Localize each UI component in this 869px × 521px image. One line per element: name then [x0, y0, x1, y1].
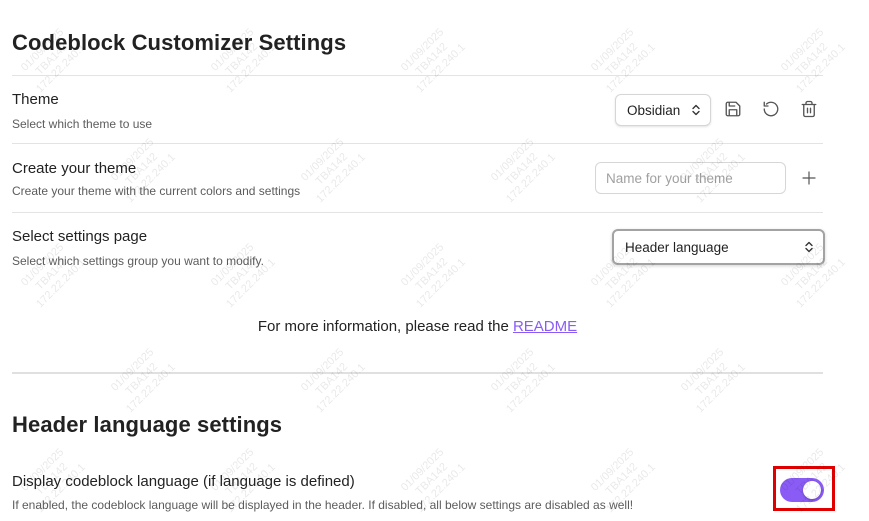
settings-page-setting-name: Select settings page	[12, 228, 148, 245]
watermark-line: 01/09/2025	[398, 26, 447, 74]
watermark-line: TBA142	[313, 360, 351, 398]
save-icon	[725, 101, 741, 117]
trash-icon	[801, 100, 817, 118]
watermark-line: 172.22.240.1	[504, 151, 558, 206]
theme-select[interactable]: Obsidian	[615, 94, 711, 126]
watermark-line: TBA142	[413, 40, 451, 78]
display-language-setting-description: If enabled, the codeblock language will …	[12, 498, 634, 512]
settings-page-select[interactable]: Header language	[612, 229, 825, 265]
watermark-line: TBA142	[603, 40, 641, 78]
display-language-setting-name: Display codeblock language (if language …	[12, 473, 355, 490]
watermark-line: TBA142	[413, 255, 451, 293]
watermark-line: 01/09/2025	[778, 26, 827, 74]
divider	[12, 75, 823, 76]
watermark-line: TBA142	[693, 360, 731, 398]
watermark-line: TBA142	[793, 40, 831, 78]
watermark-text: 01/09/2025TBA142172.22.240.1	[16, 238, 89, 311]
watermark-line: 01/09/2025	[398, 241, 447, 289]
watermark-text: 01/09/2025TBA142172.22.240.1	[296, 343, 369, 416]
watermark-line: 172.22.240.1	[604, 41, 658, 96]
watermark-line: TBA142	[123, 360, 161, 398]
watermark-line: TBA142	[503, 150, 541, 188]
watermark-line: TBA142	[313, 150, 351, 188]
watermark-text: 01/09/2025TBA142172.22.240.1	[586, 23, 659, 96]
watermark-line: 172.22.240.1	[314, 361, 368, 416]
watermark-line: 01/09/2025	[298, 136, 347, 184]
settings-page-setting-description: Select which settings group you want to …	[12, 254, 264, 268]
toggle-knob	[803, 481, 821, 499]
watermark-text: 01/09/2025TBA142172.22.240.1	[106, 343, 179, 416]
delete-theme-button[interactable]	[797, 97, 821, 121]
divider	[12, 212, 823, 213]
plus-icon	[802, 171, 816, 185]
display-language-toggle[interactable]	[780, 478, 824, 502]
save-theme-button[interactable]	[721, 97, 745, 121]
watermark-line: 172.22.240.1	[314, 151, 368, 206]
watermark-line: 172.22.240.1	[414, 41, 468, 96]
readme-info: For more information, please read the RE…	[12, 318, 823, 335]
watermark-text: 01/09/2025TBA142172.22.240.1	[396, 238, 469, 311]
watermark-line: 01/09/2025	[298, 346, 347, 394]
settings-title: Codeblock Customizer Settings	[12, 30, 347, 55]
watermark-text: 01/09/2025TBA142172.22.240.1	[776, 23, 849, 96]
watermark-line: 01/09/2025	[108, 346, 157, 394]
settings-page: Codeblock Customizer Settings Theme Sele…	[0, 0, 869, 521]
select-chevron-icon	[692, 104, 700, 116]
watermark-line: 01/09/2025	[488, 136, 537, 184]
watermark-line: 172.22.240.1	[124, 361, 178, 416]
theme-setting-description: Select which theme to use	[12, 117, 153, 131]
watermark-line: 01/09/2025	[398, 446, 447, 494]
readme-info-text: For more information, please read the	[257, 318, 513, 335]
header-language-title: Header language settings	[12, 412, 283, 437]
watermark-text: 01/09/2025TBA142172.22.240.1	[206, 238, 279, 311]
watermark-text: 01/09/2025TBA142172.22.240.1	[676, 343, 749, 416]
create-theme-setting-description: Create your theme with the current color…	[12, 184, 301, 198]
watermark-line: 172.22.240.1	[414, 256, 468, 311]
reset-icon	[763, 101, 779, 117]
reset-theme-button[interactable]	[759, 97, 783, 121]
section-divider	[12, 372, 823, 374]
watermark-line: 172.22.240.1	[504, 361, 558, 416]
add-theme-button[interactable]	[797, 166, 821, 190]
watermark-line: 01/09/2025	[678, 346, 727, 394]
watermark-line: 172.22.240.1	[694, 361, 748, 416]
settings-page-select-value: Header language	[625, 239, 729, 255]
theme-setting-name: Theme	[12, 91, 59, 108]
theme-name-input[interactable]	[595, 162, 786, 194]
select-chevron-icon	[805, 241, 813, 253]
watermark-line: 172.22.240.1	[794, 41, 848, 96]
watermark-line: 01/09/2025	[488, 346, 537, 394]
readme-link[interactable]: README	[513, 318, 577, 335]
create-theme-setting-name: Create your theme	[12, 160, 137, 177]
watermark-line: 01/09/2025	[588, 446, 637, 494]
theme-select-value: Obsidian	[627, 102, 681, 118]
watermark-text: 01/09/2025TBA142172.22.240.1	[486, 343, 559, 416]
divider	[12, 143, 823, 144]
watermark-line: 01/09/2025	[588, 26, 637, 74]
watermark-line: TBA142	[503, 360, 541, 398]
watermark-text: 01/09/2025TBA142172.22.240.1	[396, 23, 469, 96]
